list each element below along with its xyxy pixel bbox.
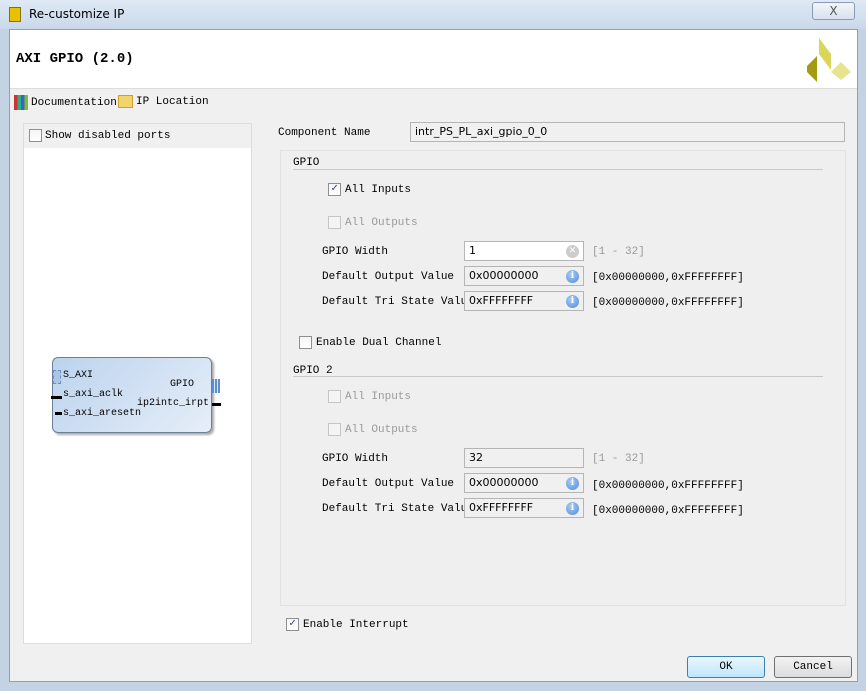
title-bar: Re-customize IP X xyxy=(0,0,866,29)
gpio2-tri-state-label: Default Tri State Value xyxy=(322,503,474,515)
gpio-default-output-range: [0x00000000,0xFFFFFFFF] xyxy=(592,272,744,284)
xilinx-logo-icon xyxy=(807,38,851,82)
app-icon xyxy=(9,7,21,22)
ip-location-link[interactable]: IP Location xyxy=(118,95,209,108)
close-button[interactable]: X xyxy=(812,2,855,20)
gpio-group-divider xyxy=(293,169,823,170)
gpio2-default-output-label: Default Output Value xyxy=(322,478,455,490)
gpio-all-outputs-checkbox[interactable]: All Outputs xyxy=(328,216,418,229)
ip-title: AXI GPIO (2.0) xyxy=(16,51,134,67)
gpio2-all-outputs-checkbox[interactable]: All Outputs xyxy=(328,423,418,436)
window-title: Re-customize IP xyxy=(29,7,125,21)
books-icon xyxy=(14,95,28,110)
gpio-width-label: GPIO Width xyxy=(322,246,389,258)
gpio2-tri-state-range: [0x00000000,0xFFFFFFFF] xyxy=(592,505,744,517)
gpio2-width-input[interactable]: 32 xyxy=(464,448,584,468)
gpio-group-title: GPIO xyxy=(293,157,320,169)
documentation-link[interactable]: Documentation xyxy=(14,95,117,110)
gpio-all-inputs-checkbox[interactable]: ✓ All Inputs xyxy=(328,183,411,196)
s-axi-connector xyxy=(53,370,61,384)
clear-icon[interactable]: ✕ xyxy=(566,245,579,258)
gpio2-default-output-input[interactable]: 0x00000000 i xyxy=(464,473,584,493)
info-icon[interactable]: i xyxy=(566,295,579,308)
gpio2-tri-state-input[interactable]: 0xFFFFFFFF i xyxy=(464,498,584,518)
port-gpio[interactable]: GPIO xyxy=(170,379,194,390)
component-name-input[interactable]: intr_PS_PL_axi_gpio_0_0 xyxy=(410,122,845,142)
cancel-button[interactable]: Cancel xyxy=(774,656,852,678)
irpt-wire xyxy=(212,403,221,406)
port-ip2intc-irpt[interactable]: ip2intc_irpt xyxy=(137,398,209,409)
header: AXI GPIO (2.0) xyxy=(10,30,857,89)
gpio-default-output-label: Default Output Value xyxy=(322,271,455,283)
port-s-axi[interactable]: S_AXI xyxy=(63,370,93,381)
gpio-width-input[interactable]: 1 ✕ xyxy=(464,241,584,261)
gpio-tri-state-range: [0x00000000,0xFFFFFFFF] xyxy=(592,297,744,309)
gpio2-default-output-range: [0x00000000,0xFFFFFFFF] xyxy=(592,480,744,492)
port-s-axi-aclk[interactable]: s_axi_aclk xyxy=(63,389,123,400)
info-icon[interactable]: i xyxy=(566,477,579,490)
info-icon[interactable]: i xyxy=(566,502,579,515)
gpio-tri-state-input[interactable]: 0xFFFFFFFF i xyxy=(464,291,584,311)
ok-button[interactable]: OK xyxy=(687,656,765,678)
show-disabled-ports-checkbox[interactable]: Show disabled ports xyxy=(29,129,170,142)
toolbar: Documentation IP Location xyxy=(10,90,857,116)
port-s-axi-aresetn[interactable]: s_axi_aresetn xyxy=(63,408,141,419)
ip-block-symbol: S_AXI s_axi_aclk s_axi_aresetn GPIO ip2i… xyxy=(52,357,212,433)
gpio2-width-label: GPIO Width xyxy=(322,453,389,465)
folder-icon xyxy=(118,95,133,108)
gpio-width-range: [1 - 32] xyxy=(592,246,645,258)
gpio-default-output-input[interactable]: 0x00000000 i xyxy=(464,266,584,286)
info-icon[interactable]: i xyxy=(566,270,579,283)
aresetn-wire xyxy=(55,412,62,415)
component-name-label: Component Name xyxy=(278,127,371,139)
gpio2-group-divider xyxy=(293,376,823,377)
aclk-wire xyxy=(51,396,62,399)
gpio2-width-range: [1 - 32] xyxy=(592,453,645,465)
gpio-connector xyxy=(212,379,220,393)
gpio2-all-inputs-checkbox[interactable]: All Inputs xyxy=(328,390,411,403)
gpio-tri-state-label: Default Tri State Value xyxy=(322,296,474,308)
enable-dual-channel-checkbox[interactable]: Enable Dual Channel xyxy=(299,336,441,349)
enable-interrupt-checkbox[interactable]: ✓ Enable Interrupt xyxy=(286,618,409,631)
